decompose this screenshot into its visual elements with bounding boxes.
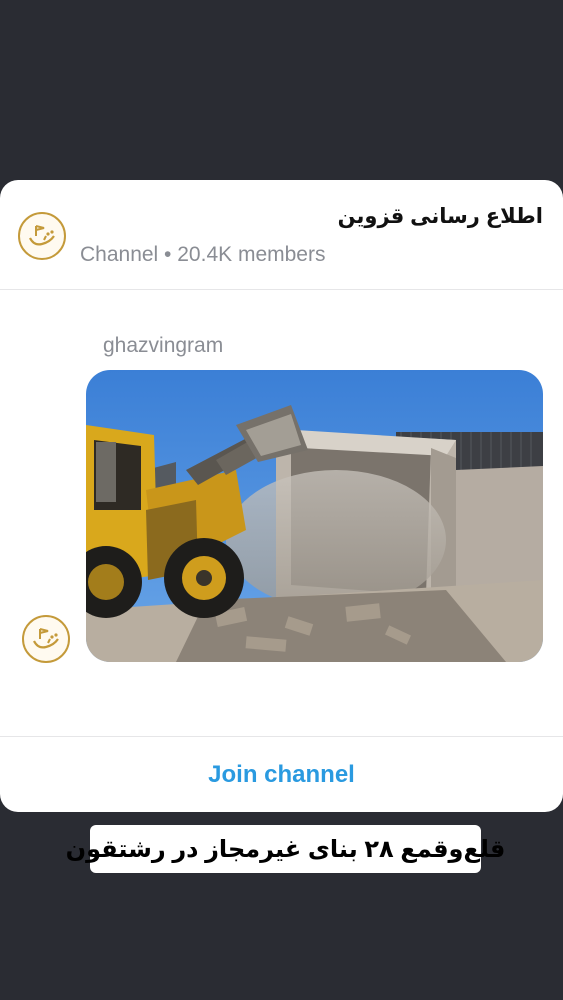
photo-bulldozer-demolition-icon bbox=[86, 370, 543, 662]
join-channel-button[interactable]: Join channel bbox=[0, 737, 563, 812]
post-photo[interactable] bbox=[86, 370, 543, 662]
channel-header[interactable]: اطلاع رسانی قزوین Channel • 20.4K member… bbox=[0, 180, 563, 289]
sender-avatar[interactable] bbox=[22, 615, 70, 663]
channel-preview-card: اطلاع رسانی قزوین Channel • 20.4K member… bbox=[0, 180, 563, 812]
header-divider bbox=[0, 289, 563, 290]
channel-logo-icon bbox=[29, 225, 55, 246]
channel-avatar[interactable] bbox=[18, 212, 66, 260]
sender-name[interactable]: ghazvingram bbox=[103, 334, 223, 358]
channel-title: اطلاع رسانی قزوین bbox=[337, 205, 543, 228]
post-caption: قلع‌وقمع ۲۸ بنای غیرمجاز در رشتقون bbox=[66, 825, 505, 873]
channel-meta: Channel • 20.4K members bbox=[80, 243, 326, 266]
sender-logo-icon bbox=[33, 628, 59, 649]
